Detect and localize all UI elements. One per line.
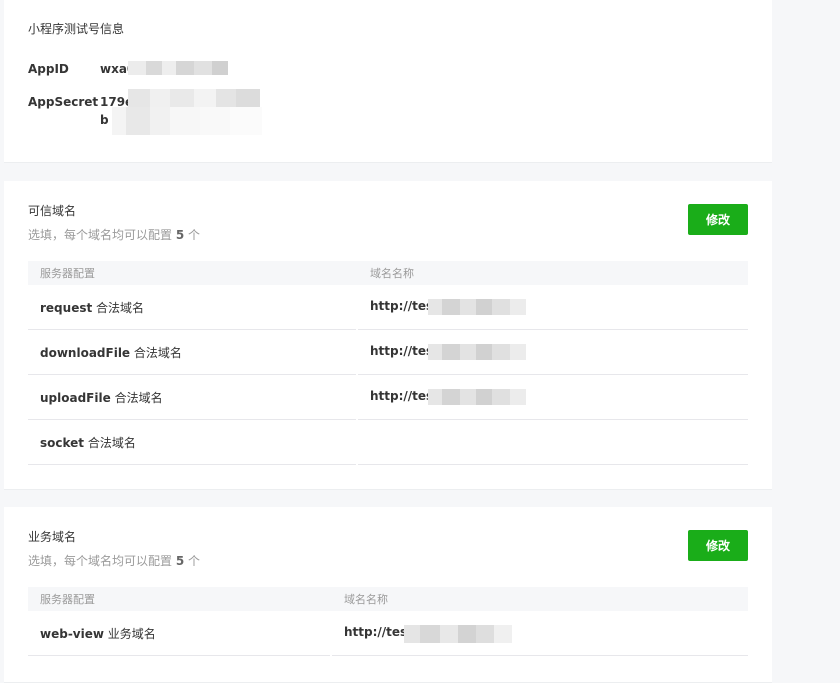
server-config-cell: web-view 业务域名 bbox=[40, 625, 156, 642]
table-row: downloadFile 合法域名 http://test bbox=[28, 330, 748, 375]
server-config-cell: uploadFile 合法域名 bbox=[40, 389, 163, 406]
appid-label: AppID bbox=[28, 62, 69, 76]
business-domains-desc: 选填，每个域名均可以配置 5 个 bbox=[28, 552, 200, 569]
trusted-domains-edit-button[interactable]: 修改 bbox=[688, 204, 748, 235]
trusted-domains-header: 可信域名 选填，每个域名均可以配置 5 个 bbox=[28, 202, 200, 243]
trusted-domains-title: 可信域名 bbox=[28, 204, 77, 218]
trusted-domains-desc: 选填，每个域名均可以配置 5 个 bbox=[28, 226, 200, 243]
appsecret-label: AppSecret bbox=[28, 95, 99, 109]
domain-redaction bbox=[428, 389, 526, 405]
desc-prefix: 选填，每个域名均可以配置 bbox=[28, 228, 173, 242]
business-domains-table: 服务器配置 域名名称 web-view 业务域名 http://test bbox=[28, 587, 748, 656]
table-row: socket 合法域名 bbox=[28, 420, 748, 465]
domain-cell: http://test bbox=[344, 625, 413, 639]
info-card-title: 小程序测试号信息 bbox=[28, 22, 125, 36]
table-header: 服务器配置 域名名称 bbox=[28, 587, 748, 611]
appid-redaction bbox=[128, 61, 228, 75]
appsecret-value-line2: b bbox=[100, 113, 109, 127]
table-row: uploadFile 合法域名 http://test bbox=[28, 375, 748, 420]
page: 小程序测试号信息 AppID wxa0 AppSecret 179e b 可信域… bbox=[0, 0, 840, 683]
domain-redaction bbox=[404, 625, 512, 643]
header-domain-name: 域名名称 bbox=[344, 593, 388, 606]
api-name: downloadFile bbox=[40, 346, 131, 360]
appsecret-row: AppSecret 179e b bbox=[28, 89, 328, 135]
business-domains-header: 业务域名 选填，每个域名均可以配置 5 个 bbox=[28, 528, 200, 569]
desc-suffix: 个 bbox=[188, 554, 201, 568]
trusted-domains-card: 可信域名 选填，每个域名均可以配置 5 个 修改 服务器配置 域名名称 requ… bbox=[4, 181, 772, 490]
server-config-cell: request 合法域名 bbox=[40, 299, 144, 316]
header-server-config: 服务器配置 bbox=[40, 593, 95, 606]
business-domains-edit-button[interactable]: 修改 bbox=[688, 530, 748, 561]
header-domain-name: 域名名称 bbox=[370, 267, 414, 280]
table-row: web-view 业务域名 http://test bbox=[28, 611, 748, 656]
api-name: socket bbox=[40, 436, 85, 450]
api-suffix: 合法域名 bbox=[87, 436, 136, 450]
api-suffix: 业务域名 bbox=[107, 627, 156, 641]
table-header: 服务器配置 域名名称 bbox=[28, 261, 748, 285]
domain-redaction bbox=[428, 344, 526, 360]
desc-prefix: 选填，每个域名均可以配置 bbox=[28, 554, 173, 568]
header-server-config: 服务器配置 bbox=[40, 267, 95, 280]
server-config-cell: socket 合法域名 bbox=[40, 434, 136, 451]
appid-row: AppID wxa0 bbox=[28, 61, 328, 82]
desc-count: 5 bbox=[175, 554, 185, 568]
row-separator-b bbox=[358, 420, 748, 465]
server-config-cell: downloadFile 合法域名 bbox=[40, 344, 182, 361]
appsecret-redaction bbox=[128, 89, 260, 107]
business-domains-title: 业务域名 bbox=[28, 530, 77, 544]
api-name: uploadFile bbox=[40, 391, 111, 405]
api-name: web-view bbox=[40, 627, 104, 641]
table-row: request 合法域名 http://test bbox=[28, 285, 748, 330]
domain-redaction bbox=[428, 299, 526, 315]
desc-suffix: 个 bbox=[188, 228, 201, 242]
business-domains-card: 业务域名 选填，每个域名均可以配置 5 个 修改 服务器配置 域名名称 web-… bbox=[4, 507, 772, 683]
api-suffix: 合法域名 bbox=[133, 346, 182, 360]
test-account-info-card: 小程序测试号信息 AppID wxa0 AppSecret 179e b bbox=[4, 0, 772, 163]
api-suffix: 合法域名 bbox=[96, 301, 145, 315]
desc-count: 5 bbox=[175, 228, 185, 242]
trusted-domains-table: 服务器配置 域名名称 request 合法域名 http://test down… bbox=[28, 261, 748, 465]
appsecret-redaction-line2 bbox=[112, 107, 262, 135]
api-suffix: 合法域名 bbox=[114, 391, 163, 405]
api-name: request bbox=[40, 301, 93, 315]
